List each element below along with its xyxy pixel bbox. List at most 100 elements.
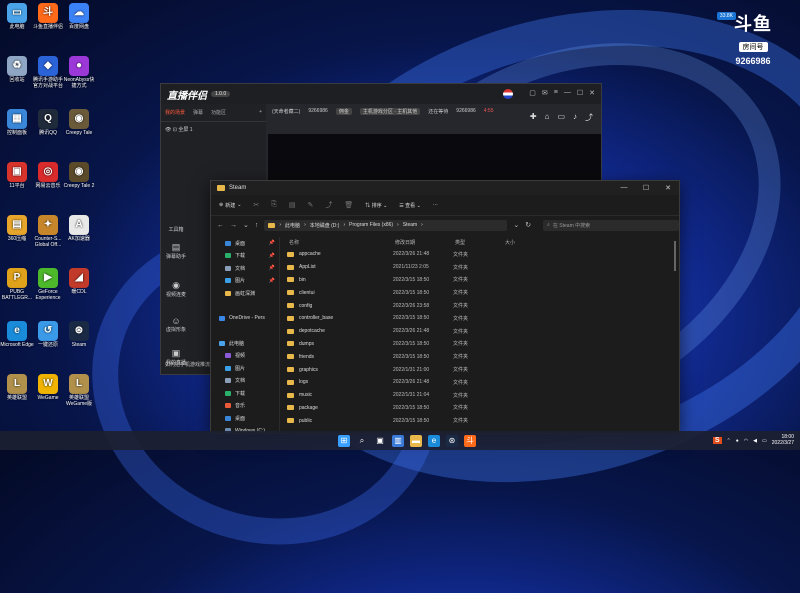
sort-button[interactable]: ⇅ 排序 ⌄ (365, 202, 387, 209)
start-icon[interactable]: ⊞ (338, 434, 350, 447)
file-row[interactable]: AppList 2021/11/23 2:05 文件夹 (283, 261, 679, 274)
scrollbar[interactable] (674, 241, 676, 271)
nav-item[interactable]: OneDrive - Pers (211, 312, 279, 325)
close-icon[interactable]: ✕ (657, 184, 679, 192)
up-icon[interactable]: ↑ (255, 222, 259, 229)
delete-icon[interactable]: 🗑 (344, 201, 353, 209)
column-type[interactable]: 类型 (455, 239, 505, 246)
desktop-icon-baidu-netdisk[interactable]: ☁ 百度网盘 (62, 3, 96, 31)
desktop-icon-ak-accelerator[interactable]: A AK加速器 (62, 215, 96, 243)
menu-icon[interactable]: ≡ (554, 89, 558, 99)
nav-item[interactable]: 文档 (211, 375, 279, 388)
breadcrumb-item[interactable]: Program Files (x86) (349, 222, 393, 228)
category-tag[interactable]: 主机游戏分区 · 主机其他 (359, 107, 421, 115)
file-row[interactable]: clientui 2022/3/15 18:50 文件夹 (283, 286, 679, 299)
file-explorer-icon[interactable]: ▬ (410, 434, 422, 447)
desktop-icon-this-pc[interactable]: ▭ 此电脑 (0, 3, 34, 31)
minimize-icon[interactable]: — (613, 184, 635, 192)
back-icon[interactable]: ← (217, 222, 224, 229)
tool-danmaku-helper[interactable]: ▤ 弹幕助手 (161, 242, 191, 260)
file-row[interactable]: music 2022/1/31 21:04 文件夹 (283, 389, 679, 402)
more-button[interactable]: ··· (433, 202, 438, 208)
scene-item[interactable]: 👁 ⊡ 全屏 1 (161, 122, 266, 137)
file-row[interactable]: friends 2022/3/15 18:50 文件夹 (283, 350, 679, 363)
desktop-icon-pubg[interactable]: P PUBG BATTLEGR... (0, 268, 34, 302)
battery-icon[interactable]: ▭ (762, 438, 767, 444)
desktop-icon-csgo[interactable]: ✦ Counter-S... Global Off... (31, 215, 65, 249)
tab-features[interactable]: 功能区 (211, 109, 226, 116)
maximize-icon[interactable]: ☐ (577, 89, 583, 99)
file-row[interactable]: public 2022/3/15 18:50 文件夹 (283, 414, 679, 427)
desktop-icon-geforce-experience[interactable]: ▶ GeForce Experience (31, 268, 65, 302)
file-row[interactable]: config 2022/3/26 23:58 文件夹 (283, 299, 679, 312)
lock-icon[interactable]: ⌂ (545, 112, 550, 123)
help-link[interactable]: 如何把手机游戏推流到 (165, 361, 215, 368)
file-row[interactable]: package 2022/3/15 18:50 文件夹 (283, 402, 679, 415)
desktop-icon-creepy-tale-2[interactable]: ◉ Creepy Tale 2 (62, 162, 96, 190)
nav-item[interactable]: 桌面 (211, 412, 279, 425)
chevron-down-icon[interactable]: ⌄ (243, 221, 249, 229)
desktop-icon-netease-music[interactable]: ◎ 网易云音乐 (31, 162, 65, 190)
ime-icon[interactable]: S (712, 437, 722, 444)
file-row[interactable]: graphics 2022/1/31 21:00 文件夹 (283, 363, 679, 376)
desktop-icon-recycle-bin[interactable]: ♻ 回收站 (0, 56, 34, 84)
rename-icon[interactable]: ✎ (308, 201, 314, 209)
file-row[interactable]: dumps 2022/3/15 18:50 文件夹 (283, 338, 679, 351)
view-button[interactable]: ☰ 查看 ⌄ (399, 202, 420, 209)
stream-title[interactable]: (天命者藏二) (272, 108, 300, 115)
file-row[interactable]: appcache 2022/3/26 21:48 文件夹 (283, 248, 679, 261)
screen-icon[interactable]: ▭ (557, 112, 565, 123)
desktop-icon-neon-abyss[interactable]: ● NeonAbyss快捷方式 (62, 56, 96, 90)
bell-icon[interactable]: ♪ (573, 112, 577, 123)
copy-icon[interactable]: ⎘ (271, 201, 277, 209)
desktop-icon-lol-wegame[interactable]: L 英雄联盟 WeGame版 (62, 374, 96, 408)
file-row[interactable]: depotcache 2022/3/26 21:48 文件夹 (283, 325, 679, 338)
desktop-icon-warm-cdl[interactable]: ◢ 暖CDL (62, 268, 96, 296)
desktop-icon-platform-11[interactable]: ▣ 11平台 (0, 162, 34, 190)
file-row[interactable]: logs 2022/3/26 21:48 文件夹 (283, 376, 679, 389)
file-row[interactable]: controller_base 2022/3/15 18:50 文件夹 (283, 312, 679, 325)
gift-icon[interactable]: ✚ (530, 112, 537, 123)
nav-item[interactable]: 图片 (211, 362, 279, 375)
close-icon[interactable]: ✕ (589, 89, 595, 99)
file-explorer-window[interactable]: Steam — ☐ ✕ ⊕ 新建 ⌄ ✂ ⎘ ▤ ✎ ⤴ 🗑 ⇅ 排序 ⌄ ☰ 查… (210, 180, 680, 434)
nav-item[interactable]: 此电脑 (211, 337, 279, 350)
desktop-icon-league-of-legends[interactable]: L 英雄联盟 (0, 374, 34, 402)
task-view-icon[interactable]: ▣ (374, 435, 386, 447)
desktop-icon-tencent-qq[interactable]: Q 腾讯QQ (31, 109, 65, 137)
nav-item[interactable]: 图片 📌 (211, 275, 279, 288)
flag-icon[interactable] (503, 89, 514, 99)
nav-item[interactable]: 画虹深渊 (211, 287, 279, 300)
tool-video-call[interactable]: ◉ 视频连麦 (161, 280, 191, 298)
desktop-icon-steam[interactable]: ⊛ Steam (62, 321, 96, 349)
nav-item[interactable]: 音乐 (211, 400, 279, 413)
column-date[interactable]: 修改日期 (395, 239, 455, 246)
new-button[interactable]: ⊕ 新建 ⌄ (219, 202, 241, 209)
network-icon[interactable]: ◠ (744, 438, 748, 444)
file-row[interactable]: bin 2022/3/15 18:50 文件夹 (283, 274, 679, 287)
desktop-icon-control-panel[interactable]: ▦ 控制面板 (0, 109, 34, 137)
edge-icon[interactable]: e (428, 434, 440, 447)
search-input[interactable]: ⌕ 在 Steam 中搜索 (543, 219, 679, 231)
nav-item[interactable]: 视频 (211, 350, 279, 363)
nav-item[interactable]: 下载 📌 (211, 250, 279, 263)
desktop-icon-microsoft-edge[interactable]: e Microsoft Edge (0, 321, 34, 349)
explorer-titlebar[interactable]: Steam — ☐ ✕ (211, 181, 679, 195)
skin-icon[interactable]: ▢ (529, 89, 536, 99)
breadcrumb-item[interactable]: 此电脑 (285, 222, 300, 229)
mic-icon[interactable]: ● (736, 438, 739, 444)
desktop-icon-one-click-restore[interactable]: ↺ 一键还原 (31, 321, 65, 349)
widgets-icon[interactable]: ▥ (392, 434, 404, 447)
forward-icon[interactable]: → (230, 222, 237, 229)
share-icon[interactable]: ⤴ (585, 112, 593, 123)
maximize-icon[interactable]: ☐ (635, 184, 657, 192)
chevron-up-icon[interactable]: ⌃ (727, 438, 731, 444)
refresh-icon[interactable]: ↻ (525, 221, 531, 229)
desktop-icon-wegame[interactable]: W WeGame (31, 374, 65, 402)
steam-icon[interactable]: ⊛ (446, 434, 458, 447)
nav-item[interactable]: 下载 (211, 387, 279, 400)
desktop-icon-tencent-game-assistant[interactable]: ◆ 腾讯手游助手官方对战平台 (31, 56, 65, 90)
desktop-icon-douyu-assistant[interactable]: 斗斗鱼直播伴侣 (31, 3, 65, 31)
desktop-icon-creepy-tale[interactable]: ◉ Creepy Tale (62, 109, 96, 137)
mail-icon[interactable]: ✉ (542, 89, 548, 99)
